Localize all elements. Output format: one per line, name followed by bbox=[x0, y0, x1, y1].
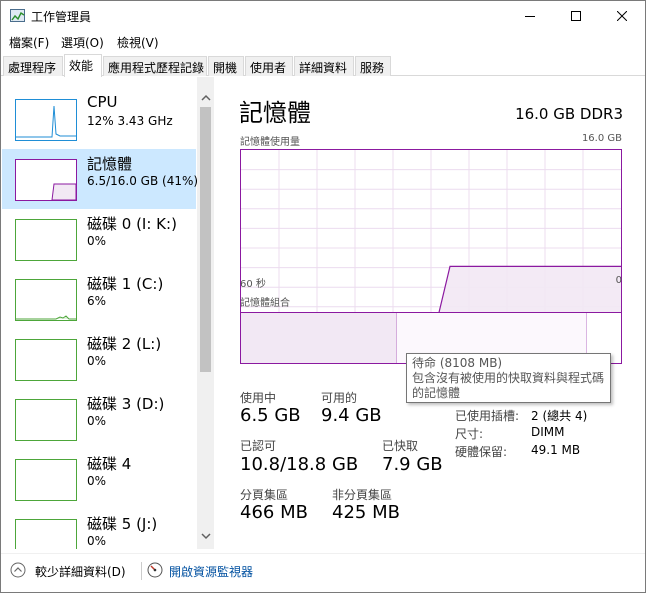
disk-mini-graph bbox=[15, 399, 77, 441]
tab-performance[interactable]: 效能 bbox=[64, 54, 102, 77]
slots-value: 2 (總共 4) bbox=[531, 409, 588, 423]
detail-title: 記憶體 bbox=[239, 99, 311, 127]
footer-divider bbox=[141, 562, 142, 580]
composition-label: 記憶體組合 bbox=[240, 298, 290, 309]
memory-detail-panel: 記憶體 16.0 GB DDR3 記憶體使用量 16.0 GB 60 秒 0 記… bbox=[215, 77, 645, 549]
resource-name: 記憶體 bbox=[87, 155, 133, 173]
resource-memory[interactable]: 記憶體 6.5/16.0 GB (41%) bbox=[2, 149, 199, 209]
time-axis-end: 0 bbox=[615, 275, 622, 286]
resource-value: 0% bbox=[87, 354, 107, 368]
slots-label: 已使用插槽: bbox=[455, 409, 520, 423]
composition-in-use[interactable] bbox=[241, 313, 397, 363]
hardware-reserved-label: 硬體保留: bbox=[455, 445, 508, 459]
resource-name: 磁碟 3 (D:) bbox=[87, 395, 165, 413]
available-value: 9.4 GB bbox=[321, 405, 382, 426]
memory-spec: 16.0 GB DDR3 bbox=[515, 105, 623, 123]
resource-disk-0[interactable]: 磁碟 0 (I: K:) 0% bbox=[2, 209, 196, 269]
fewer-details-button[interactable]: 較少詳細資料(D) bbox=[35, 563, 126, 580]
minimize-button[interactable] bbox=[507, 1, 553, 31]
form-factor-value: DIMM bbox=[531, 425, 565, 439]
disk-mini-graph bbox=[15, 339, 77, 381]
resource-disk-5[interactable]: 磁碟 5 (J:) 0% bbox=[2, 509, 196, 549]
maximize-button[interactable] bbox=[553, 1, 599, 31]
tab-services[interactable]: 服務 bbox=[355, 56, 391, 76]
resource-list: CPU 12% 3.43 GHz 記憶體 6.5/16.0 GB (41%) 磁… bbox=[2, 77, 214, 549]
in-use-label: 使用中 bbox=[240, 391, 277, 405]
resource-value: 0% bbox=[87, 534, 107, 548]
form-factor-label: 尺寸: bbox=[455, 427, 484, 441]
tooltip-line: 包含沒有被使用的快取資料與程式碼 bbox=[412, 371, 605, 385]
title-bar: 工作管理員 bbox=[1, 1, 645, 31]
disk-mini-graph bbox=[15, 519, 77, 549]
close-button[interactable] bbox=[599, 1, 645, 31]
tab-users[interactable]: 使用者 bbox=[245, 56, 293, 76]
scroll-up-icon[interactable] bbox=[201, 93, 211, 103]
tab-bar: 處理程序 效能 應用程式歷程記錄 開機 使用者 詳細資料 服務 bbox=[1, 54, 645, 77]
resource-list-scrollbar[interactable] bbox=[197, 77, 214, 549]
scroll-down-icon[interactable] bbox=[201, 531, 211, 541]
nonpaged-pool-label: 非分頁集區 bbox=[332, 488, 393, 502]
maximize-icon bbox=[571, 11, 581, 21]
resource-value: 0% bbox=[87, 474, 107, 488]
chevron-up-circle-icon[interactable] bbox=[10, 562, 26, 578]
tab-app-history[interactable]: 應用程式歷程記錄 bbox=[103, 56, 207, 76]
menu-file[interactable]: 檔案(F) bbox=[9, 34, 49, 51]
task-manager-icon bbox=[10, 9, 25, 22]
resource-value: 0% bbox=[87, 234, 107, 248]
paged-pool-value: 466 MB bbox=[240, 502, 308, 523]
menu-bar: 檔案(F) 選項(O) 檢視(V) bbox=[1, 32, 645, 52]
tab-processes[interactable]: 處理程序 bbox=[3, 56, 63, 76]
resource-name: 磁碟 2 (L:) bbox=[87, 335, 162, 353]
resource-disk-2[interactable]: 磁碟 2 (L:) 0% bbox=[2, 329, 196, 389]
menu-options[interactable]: 選項(O) bbox=[61, 34, 104, 51]
disk-mini-graph bbox=[15, 459, 77, 501]
memory-mini-graph bbox=[15, 159, 77, 201]
in-use-value: 6.5 GB bbox=[240, 405, 301, 426]
resource-value: 0% bbox=[87, 414, 107, 428]
resource-value: 6.5/16.0 GB (41%) bbox=[87, 174, 199, 188]
close-icon bbox=[617, 11, 627, 21]
nonpaged-pool-value: 425 MB bbox=[332, 502, 400, 523]
usage-graph-label: 記憶體使用量 bbox=[240, 137, 300, 148]
resource-name: 磁碟 4 bbox=[87, 455, 132, 473]
minimize-icon bbox=[525, 16, 535, 17]
window-title: 工作管理員 bbox=[31, 10, 92, 24]
scrollbar-thumb[interactable] bbox=[200, 107, 211, 372]
usage-graph-max: 16.0 GB bbox=[581, 133, 622, 144]
disk-mini-graph bbox=[15, 219, 77, 261]
resource-cpu[interactable]: CPU 12% 3.43 GHz bbox=[2, 89, 196, 149]
available-label: 可用的 bbox=[321, 391, 358, 405]
resource-value: 6% bbox=[87, 294, 107, 308]
standby-tooltip: 待命 (8108 MB) 包含沒有被使用的快取資料與程式碼 的記憶體 bbox=[406, 353, 611, 403]
cached-value: 7.9 GB bbox=[382, 454, 443, 475]
footer-bar: 較少詳細資料(D) 開啟資源監視器 bbox=[1, 553, 645, 592]
menu-view[interactable]: 檢視(V) bbox=[117, 34, 159, 51]
disk-mini-graph bbox=[15, 279, 77, 321]
cached-label: 已快取 bbox=[382, 439, 419, 453]
hardware-reserved-value: 49.1 MB bbox=[531, 443, 581, 457]
paged-pool-label: 分頁集區 bbox=[240, 488, 289, 502]
tab-details[interactable]: 詳細資料 bbox=[294, 56, 354, 76]
resource-disk-3[interactable]: 磁碟 3 (D:) 0% bbox=[2, 389, 196, 449]
tab-startup[interactable]: 開機 bbox=[208, 56, 244, 76]
resource-name: 磁碟 0 (I: K:) bbox=[87, 215, 177, 233]
tooltip-title: 待命 (8108 MB) bbox=[412, 356, 503, 370]
resource-name: 磁碟 5 (J:) bbox=[87, 515, 158, 533]
resource-disk-1[interactable]: 磁碟 1 (C:) 6% bbox=[2, 269, 196, 329]
task-manager-window: 工作管理員 檔案(F) 選項(O) 檢視(V) 處理程序 效能 應用程式歷程記錄… bbox=[0, 0, 646, 593]
time-axis-start: 60 秒 bbox=[240, 279, 266, 290]
resource-value: 12% 3.43 GHz bbox=[87, 114, 173, 128]
resource-name: 磁碟 1 (C:) bbox=[87, 275, 164, 293]
resource-name: CPU bbox=[87, 93, 118, 111]
tooltip-line: 的記憶體 bbox=[412, 386, 461, 400]
resource-disk-4[interactable]: 磁碟 4 0% bbox=[2, 449, 196, 509]
cpu-mini-graph bbox=[15, 99, 77, 141]
committed-value: 10.8/18.8 GB bbox=[240, 454, 359, 475]
open-resource-monitor-link[interactable]: 開啟資源監視器 bbox=[169, 563, 253, 580]
committed-label: 已認可 bbox=[240, 439, 277, 453]
resource-monitor-icon[interactable] bbox=[147, 562, 163, 578]
